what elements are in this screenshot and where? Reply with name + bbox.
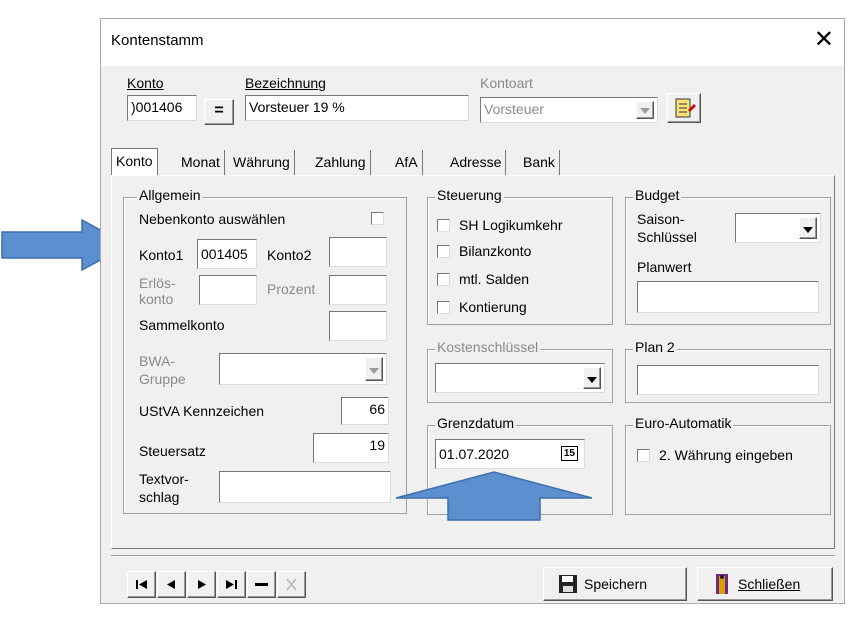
last-record-button[interactable] — [217, 571, 246, 598]
nebenkonto-checkbox[interactable] — [371, 212, 384, 225]
konto1-label: Konto1 — [139, 247, 184, 263]
grenzdatum-field[interactable]: 01.07.2020 15 — [435, 439, 585, 469]
first-record-icon — [136, 580, 147, 589]
konto1-field[interactable]: 001405 — [197, 239, 257, 269]
kostenschluessel-select[interactable] — [435, 363, 605, 393]
saison-label-2: Schlüssel — [637, 229, 697, 245]
tab-bank[interactable]: Bank — [519, 150, 560, 176]
notes-icon-button[interactable] — [667, 93, 701, 123]
saison-label-1: Saison- — [637, 211, 685, 227]
last-record-icon — [226, 580, 237, 589]
kontierung-label: Kontierung — [459, 299, 527, 315]
erloes-label-1: Erlös- — [139, 275, 176, 291]
euro-automatik-title: Euro-Automatik — [633, 415, 734, 431]
window-title: Kontenstamm — [111, 32, 204, 49]
cancel-record-button[interactable] — [277, 571, 306, 598]
delete-record-button[interactable] — [247, 571, 276, 598]
bilanzkonto-label: Bilanzkonto — [459, 243, 532, 259]
close-icon[interactable]: ✕ — [814, 25, 834, 54]
prev-record-button[interactable] — [157, 571, 186, 598]
sh-logikumkehr-label: SH Logikumkehr — [459, 217, 563, 233]
bwa-label-2: Gruppe — [139, 371, 186, 387]
next-record-button[interactable] — [187, 571, 216, 598]
prozent-label: Prozent — [267, 281, 316, 297]
textvorschlag-label-2: schlag — [139, 489, 180, 505]
equals-button[interactable]: = — [204, 99, 234, 125]
title-bar: Kontenstamm ✕ — [101, 19, 844, 66]
tab-waehrung[interactable]: Währung — [229, 150, 295, 176]
chevron-down-icon — [365, 357, 383, 381]
allgemein-title: Allgemein — [137, 187, 203, 203]
budget-title: Budget — [633, 187, 682, 203]
konto-label: Konto — [127, 75, 164, 91]
bwa-label-1: BWA- — [139, 353, 176, 369]
erloes-label-2: konto — [139, 291, 174, 307]
minus-icon — [255, 583, 268, 586]
mtl-salden-checkbox[interactable] — [437, 273, 450, 286]
kostenschluessel-title: Kostenschlüssel — [435, 339, 541, 355]
bwa-gruppe-select — [219, 353, 387, 385]
steuersatz-field[interactable]: 19 — [313, 433, 389, 463]
save-label: Speichern — [584, 576, 648, 592]
tab-zahlung[interactable]: Zahlung — [311, 150, 371, 176]
planwert-field[interactable] — [637, 281, 819, 313]
grenzdatum-title: Grenzdatum — [435, 415, 517, 431]
steuersatz-label: Steuersatz — [139, 443, 206, 459]
close-button[interactable]: Schließen — [697, 567, 833, 601]
prev-record-icon — [167, 580, 175, 589]
zweite-waehrung-label: 2. Währung eingeben — [659, 447, 793, 463]
konto2-field[interactable] — [329, 237, 387, 267]
textvorschlag-field[interactable] — [219, 471, 391, 503]
tab-afa[interactable]: AfA — [391, 150, 423, 176]
sh-logikumkehr-checkbox[interactable] — [437, 219, 450, 232]
mtl-salden-label: mtl. Salden — [459, 271, 530, 287]
bezeichnung-field[interactable]: Vorsteuer 19 % — [245, 95, 469, 121]
konto-field[interactable]: )001406 — [127, 95, 197, 121]
tab-adresse[interactable]: Adresse — [446, 150, 507, 176]
notes-icon — [675, 98, 696, 118]
steuerung-title: Steuerung — [435, 187, 504, 203]
tab-konto[interactable]: Konto — [111, 148, 158, 176]
first-record-button[interactable] — [127, 571, 156, 598]
konto2-label: Konto2 — [267, 247, 312, 263]
bilanzkonto-checkbox[interactable] — [437, 245, 450, 258]
next-record-icon — [198, 580, 206, 589]
sammelkonto-field[interactable] — [329, 311, 387, 341]
chevron-down-icon[interactable] — [583, 367, 601, 389]
nebenkonto-label: Nebenkonto auswählen — [139, 211, 286, 227]
planwert-label: Planwert — [637, 259, 692, 275]
plan2-title: Plan 2 — [633, 339, 677, 355]
tab-monat[interactable]: Monat — [177, 150, 225, 176]
sammelkonto-label: Sammelkonto — [139, 317, 225, 333]
prozent-field[interactable] — [329, 275, 387, 305]
textvorschlag-label-1: Textvor- — [139, 471, 189, 487]
door-exit-icon — [716, 574, 728, 594]
close-label: Schließen — [738, 576, 801, 592]
saison-schluessel-select[interactable] — [735, 213, 821, 243]
euro-automatik-group — [625, 425, 831, 515]
erloeskonto-field[interactable] — [199, 275, 257, 305]
footer-separator — [111, 555, 835, 557]
calendar-icon[interactable]: 15 — [560, 446, 578, 461]
kontoart-select: Vorsteuer — [480, 97, 658, 123]
zweite-waehrung-checkbox[interactable] — [637, 449, 650, 462]
ustva-label: UStVA Kennzeichen — [139, 403, 265, 419]
floppy-disk-icon — [559, 575, 577, 593]
bezeichnung-label: Bezeichnung — [245, 75, 326, 91]
chevron-down-icon — [636, 101, 654, 119]
save-button[interactable]: Speichern — [543, 567, 687, 601]
kontoart-label: Kontoart — [480, 75, 533, 91]
chevron-down-icon[interactable] — [799, 217, 817, 239]
cancel-x-icon — [286, 578, 297, 591]
annotation-arrow-up-icon — [395, 471, 593, 521]
ustva-field[interactable]: 66 — [341, 397, 389, 425]
kontierung-checkbox[interactable] — [437, 301, 450, 314]
plan2-field[interactable] — [637, 365, 819, 395]
